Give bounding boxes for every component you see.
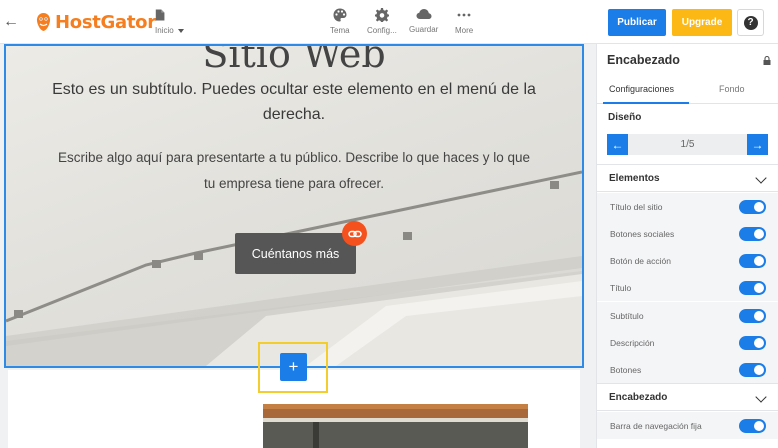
toggle-label: Botones	[610, 365, 642, 375]
hero-subtitle[interactable]: Esto es un subtítulo. Puedes ocultar est…	[46, 77, 542, 127]
group-encabezado-title: Encabezado	[609, 392, 668, 403]
toggle-social-buttons[interactable]	[739, 227, 766, 241]
toggle-row-action-button: Botón de acción	[597, 247, 778, 274]
back-arrow-icon[interactable]: ←	[3, 12, 19, 32]
toggle-description[interactable]	[739, 336, 766, 350]
toggle-label: Título del sitio	[610, 202, 663, 212]
toggle-row-site-title: Título del sitio	[597, 193, 778, 220]
toggle-label: Botones sociales	[610, 229, 675, 239]
chain-link-icon	[347, 230, 362, 237]
tool-guardar-label: Guardar	[409, 25, 439, 34]
design-pager: 1/5 ← →	[607, 134, 768, 155]
arrow-right-icon: →	[751, 137, 764, 152]
palette-icon	[333, 8, 347, 22]
brand-name: HostGator	[55, 11, 156, 33]
publish-button[interactable]: Publicar	[608, 9, 666, 36]
toggle-row-social-buttons: Botones sociales	[597, 220, 778, 247]
toggle-label: Barra de navegación fija	[610, 421, 702, 431]
toggle-title[interactable]	[739, 281, 766, 295]
design-label: Diseño	[608, 112, 642, 123]
group-elementos-title: Elementos	[609, 173, 660, 184]
group-encabezado[interactable]: Encabezado	[597, 383, 778, 411]
more-dots-icon	[457, 13, 471, 17]
section-image[interactable]	[263, 404, 528, 448]
tool-more-label: More	[455, 26, 474, 35]
tool-more[interactable]: More	[455, 8, 473, 35]
tool-tema[interactable]: Tema	[330, 8, 350, 35]
group-elementos[interactable]: Elementos	[597, 164, 778, 192]
tab-fondo[interactable]: Fondo	[719, 84, 745, 94]
brand-logo[interactable]: HostGator	[35, 11, 156, 33]
help-icon: ?	[743, 15, 758, 30]
hero-section[interactable]: Sitio Web Esto es un subtítulo. Puedes o…	[4, 44, 584, 368]
site-title[interactable]: Sitio Web	[6, 46, 582, 76]
tool-config[interactable]: Config...	[367, 8, 397, 35]
design-prev-button[interactable]: ←	[607, 134, 628, 155]
lock-icon[interactable]	[763, 56, 771, 65]
toggle-fixed-nav[interactable]	[739, 419, 766, 433]
toggle-action-button[interactable]	[739, 254, 766, 268]
toggle-label: Subtítulo	[610, 311, 644, 321]
tool-guardar[interactable]: Guardar	[409, 8, 438, 34]
tool-tema-label: Tema	[330, 26, 350, 35]
toggle-row-subtitle: Subtítulo	[597, 302, 778, 329]
toggle-row-fixed-nav: Barra de navegación fija	[597, 412, 778, 439]
cta-button[interactable]: Cuéntanos más	[235, 233, 356, 274]
chevron-down-icon	[177, 28, 184, 33]
tool-config-label: Config...	[367, 26, 397, 35]
chevron-down-icon	[755, 172, 767, 184]
add-section-button[interactable]: +	[280, 353, 307, 381]
top-bar: ← HostGator Inicio Tema Config... Guarda…	[0, 0, 778, 44]
panel-title: Encabezado	[607, 53, 680, 67]
active-tab-indicator	[603, 102, 689, 104]
chevron-down-icon	[755, 391, 767, 403]
cloud-icon	[416, 9, 432, 19]
toggle-label: Descripción	[610, 338, 655, 348]
roof-photo	[263, 404, 528, 448]
toggle-buttons[interactable]	[739, 363, 766, 377]
gator-logo-icon	[36, 13, 51, 31]
upgrade-button[interactable]: Upgrade	[672, 9, 732, 36]
toggle-row-buttons: Botones	[597, 356, 778, 383]
editor-canvas: Sitio Web Esto es un subtítulo. Puedes o…	[0, 44, 596, 448]
panel-tabs: Configuraciones Fondo	[597, 77, 778, 104]
toggle-row-description: Descripción	[597, 329, 778, 356]
design-next-button[interactable]: →	[747, 134, 768, 155]
hero-description[interactable]: Escribe algo aquí para presentarte a tu …	[56, 145, 532, 197]
toggle-label: Botón de acción	[610, 256, 671, 266]
toggle-site-title[interactable]	[739, 200, 766, 214]
page-selector[interactable]: Inicio	[155, 8, 184, 35]
toggle-label: Título	[610, 283, 632, 293]
page-selector-label: Inicio	[155, 26, 174, 35]
tab-configuraciones[interactable]: Configuraciones	[609, 84, 674, 94]
toggle-subtitle[interactable]	[739, 309, 766, 323]
arrow-left-icon: ←	[611, 137, 624, 152]
page-icon	[155, 9, 165, 21]
settings-panel: Encabezado Configuraciones Fondo Diseño …	[596, 44, 778, 448]
toggle-row-title: Título	[597, 274, 778, 301]
link-icon[interactable]	[342, 221, 367, 246]
gear-icon	[374, 8, 389, 22]
design-page-indicator: 1/5	[680, 139, 695, 150]
help-button[interactable]: ?	[737, 9, 764, 36]
